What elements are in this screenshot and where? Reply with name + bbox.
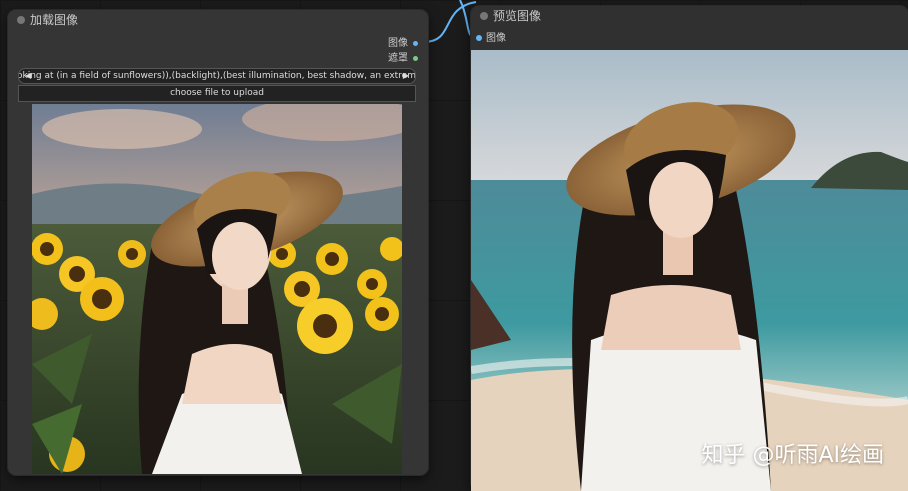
image-filename: looking at (in a field of sunflowers)),(…: [18, 71, 416, 81]
preview-image: 知乎 @听雨AI绘画: [471, 50, 908, 491]
node-title-bar[interactable]: 加载图像: [8, 10, 428, 30]
input-image-label: 图像: [486, 33, 506, 44]
watermark-text: 知乎 @听雨AI绘画: [701, 443, 884, 468]
output-mask[interactable]: 遮罩: [388, 52, 418, 65]
output-image-label: 图像: [388, 38, 408, 49]
output-socket-icon[interactable]: [413, 40, 418, 46]
output-image[interactable]: 图像: [388, 37, 418, 50]
chevron-right-icon[interactable]: ▶: [403, 69, 409, 83]
node-title: 加载图像: [30, 13, 79, 27]
node-title-bar[interactable]: 预览图像: [471, 6, 908, 26]
choose-file-button[interactable]: choose file to upload: [18, 85, 416, 102]
collapse-dot-icon[interactable]: [480, 12, 488, 20]
input-image[interactable]: 图像: [476, 32, 506, 45]
loaded-image: [32, 104, 402, 474]
preview-image-node[interactable]: 预览图像 图像 知乎 @听雨AI绘画: [471, 6, 908, 491]
output-mask-label: 遮罩: [388, 53, 408, 64]
input-socket-icon[interactable]: [476, 35, 482, 41]
output-socket-icon[interactable]: [413, 55, 418, 61]
image-combo-widget[interactable]: ◀ looking at (in a field of sunflowers))…: [18, 68, 416, 84]
node-title: 预览图像: [493, 9, 542, 23]
load-image-node[interactable]: 加载图像 图像 遮罩 ◀ looking at (in a field of s…: [8, 10, 428, 475]
collapse-dot-icon[interactable]: [17, 16, 25, 24]
